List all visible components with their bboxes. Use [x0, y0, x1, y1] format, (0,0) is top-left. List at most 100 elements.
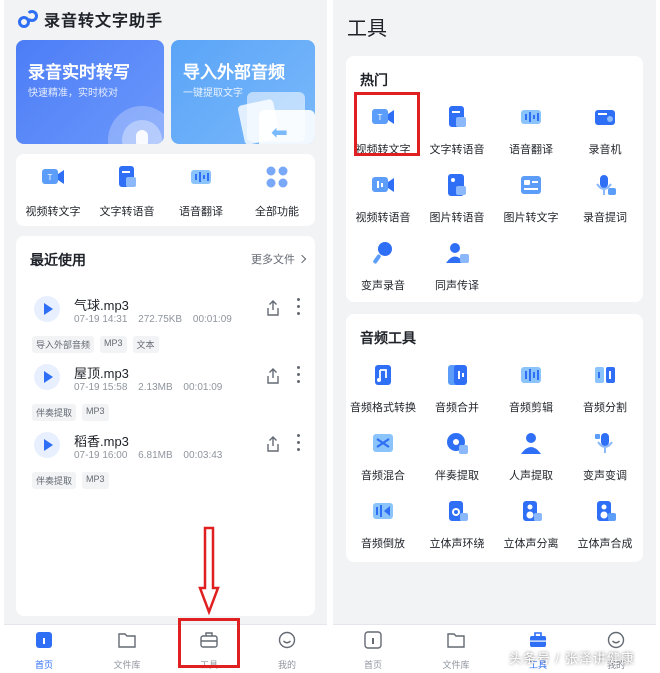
tool-stereo-separate[interactable]: 立体声分离: [494, 498, 568, 551]
card-title: 热门: [360, 72, 388, 88]
tool-voice-translate[interactable]: 语音翻译: [494, 104, 568, 157]
app-title: 录音转文字助手: [44, 13, 164, 30]
file-meta: 07-19 15:58 2.13MB 00:01:09: [74, 382, 230, 393]
more-vertical-icon[interactable]: [297, 366, 301, 384]
play-icon[interactable]: [34, 432, 60, 458]
tool-stereo-merge[interactable]: 立体声合成: [568, 498, 642, 551]
file-row[interactable]: 屋顶.mp3 07-19 15:58 2.13MB 00:01:09 伴奏提取 …: [16, 352, 315, 421]
file-tag: MP3: [82, 472, 109, 489]
audio-cut-icon: [521, 367, 541, 383]
share-icon[interactable]: [266, 436, 280, 452]
tool-teleprompter[interactable]: 录音提词: [568, 172, 642, 225]
arrow-down-icon: [198, 526, 220, 616]
quick-tool-all-functions[interactable]: 全部功能: [240, 162, 314, 219]
file-date: 07-19 16:00: [74, 450, 128, 461]
tool-image-to-audio[interactable]: 图片转语音: [420, 172, 494, 225]
tool-audio-reverse[interactable]: 音频倒放: [346, 498, 420, 551]
recorder-icon: [595, 110, 615, 125]
quick-tool-label: 文字转语音: [99, 206, 155, 218]
realtime-transcribe-banner[interactable]: 录音实时转写 快速精准，实时校对: [16, 40, 164, 144]
file-tag: 伴奏提取: [32, 472, 77, 489]
file-size: 2.13MB: [138, 382, 173, 393]
tool-audio-merge[interactable]: 音频合并: [420, 362, 494, 415]
nav-files[interactable]: 文件库: [97, 629, 157, 671]
mic-icon-body: [136, 130, 148, 144]
image-text-icon: [521, 176, 541, 194]
nav-home[interactable]: 首页: [343, 629, 403, 671]
import-audio-banner[interactable]: 导入外部音频 一键提取文字 ⬅: [171, 40, 315, 144]
tool-label: 语音翻译: [509, 144, 553, 156]
file-tag: MP3: [100, 336, 127, 353]
document-icon: [449, 106, 466, 127]
page-title: 工具: [347, 18, 387, 40]
tool-label: 图片转语音: [429, 212, 485, 224]
tool-audio-cut[interactable]: 音频剪辑: [494, 362, 568, 415]
smile-icon: [607, 631, 625, 649]
tool-recorder[interactable]: 录音机: [568, 104, 642, 157]
grid-icon: [266, 166, 288, 188]
share-icon[interactable]: [266, 368, 280, 384]
quick-tool-text-to-speech[interactable]: 文字转语音: [90, 162, 164, 219]
tool-pitch-change[interactable]: 变声变调: [568, 430, 642, 483]
tool-audio-mix[interactable]: 音频混合: [346, 430, 420, 483]
share-icon[interactable]: [266, 300, 280, 316]
nav-home[interactable]: 首页: [14, 629, 74, 671]
nav-label: 我的: [277, 660, 296, 670]
file-tag: 文本: [132, 336, 159, 353]
tool-vocal-extract[interactable]: 人声提取: [494, 430, 568, 483]
banner-title: 录音实时转写: [28, 63, 130, 82]
tool-label: 立体声合成: [577, 538, 633, 550]
home-icon: [36, 632, 52, 648]
play-icon[interactable]: [34, 364, 60, 390]
nav-files[interactable]: 文件库: [426, 629, 486, 671]
home-screen: 录音转文字助手 录音实时转写 快速精准，实时校对 导入外部音频 一键提取文字 ⬅…: [4, 0, 327, 673]
more-files-label: 更多文件: [251, 254, 295, 266]
tool-stereo-surround[interactable]: 立体声环绕: [420, 498, 494, 551]
more-files-link[interactable]: 更多文件: [251, 251, 307, 267]
svg-text:T: T: [48, 173, 53, 182]
tool-audio-format-convert[interactable]: 音频格式转换: [346, 362, 420, 415]
tool-label: 音频混合: [361, 470, 405, 482]
nav-label: 文件库: [442, 660, 470, 670]
file-duration: 00:01:09: [192, 314, 232, 325]
nav-mine[interactable]: 我的: [257, 629, 317, 671]
tool-voice-change-record[interactable]: 变声录音: [346, 240, 420, 293]
surround-icon: [449, 501, 468, 521]
file-name: 稻香.mp3: [74, 434, 129, 449]
tool-label: 同声传译: [435, 280, 479, 292]
more-vertical-icon[interactable]: [297, 298, 301, 316]
highlight-box-tools: [178, 618, 240, 668]
format-convert-icon: [375, 365, 391, 385]
audio-translate-icon: [521, 110, 541, 124]
recent-files-card: 最近使用 更多文件 气球.mp3 07-19 14:31 272.75KB 00…: [16, 236, 315, 616]
tool-accompaniment-extract[interactable]: 伴奏提取: [420, 430, 494, 483]
audio-merge-icon: [448, 365, 467, 385]
file-tags: 导入外部音频 MP3 文本: [32, 336, 159, 353]
more-vertical-icon[interactable]: [297, 434, 301, 452]
banner-subtitle: 一键提取文字: [183, 88, 243, 99]
file-size: 6.81MB: [138, 450, 173, 461]
teleprompter-icon: [596, 175, 616, 195]
tool-audio-split[interactable]: 音频分割: [568, 362, 642, 415]
tool-text-to-speech[interactable]: 文字转语音: [420, 104, 494, 157]
file-tag: MP3: [82, 404, 109, 421]
tool-video-to-audio[interactable]: 视频转语音: [346, 172, 420, 225]
file-date: 07-19 14:31: [74, 314, 128, 325]
tool-label: 音频剪辑: [509, 402, 553, 414]
file-name: 屋顶.mp3: [74, 366, 129, 381]
file-row[interactable]: 稻香.mp3 07-19 16:00 6.81MB 00:03:43 伴奏提取 …: [16, 420, 315, 489]
tool-simultaneous-interpret[interactable]: 同声传译: [420, 240, 494, 293]
quick-tool-voice-translate[interactable]: 语音翻译: [164, 162, 238, 219]
file-tag: 伴奏提取: [32, 404, 77, 421]
play-icon[interactable]: [34, 296, 60, 322]
folder-icon: [447, 633, 465, 648]
vocal-icon: [521, 433, 541, 454]
quick-tool-video-to-text[interactable]: T 视频转文字: [16, 162, 90, 219]
file-row[interactable]: 气球.mp3 07-19 14:31 272.75KB 00:01:09 导入外…: [16, 284, 315, 353]
stereo-merge-icon: [597, 501, 616, 521]
arrow-left-icon: ⬅: [271, 122, 288, 144]
audio-translate-icon: [191, 170, 211, 184]
tool-image-to-text[interactable]: 图片转文字: [494, 172, 568, 225]
image-audio-icon: [448, 174, 466, 196]
file-meta: 07-19 14:31 272.75KB 00:01:09: [74, 314, 240, 325]
